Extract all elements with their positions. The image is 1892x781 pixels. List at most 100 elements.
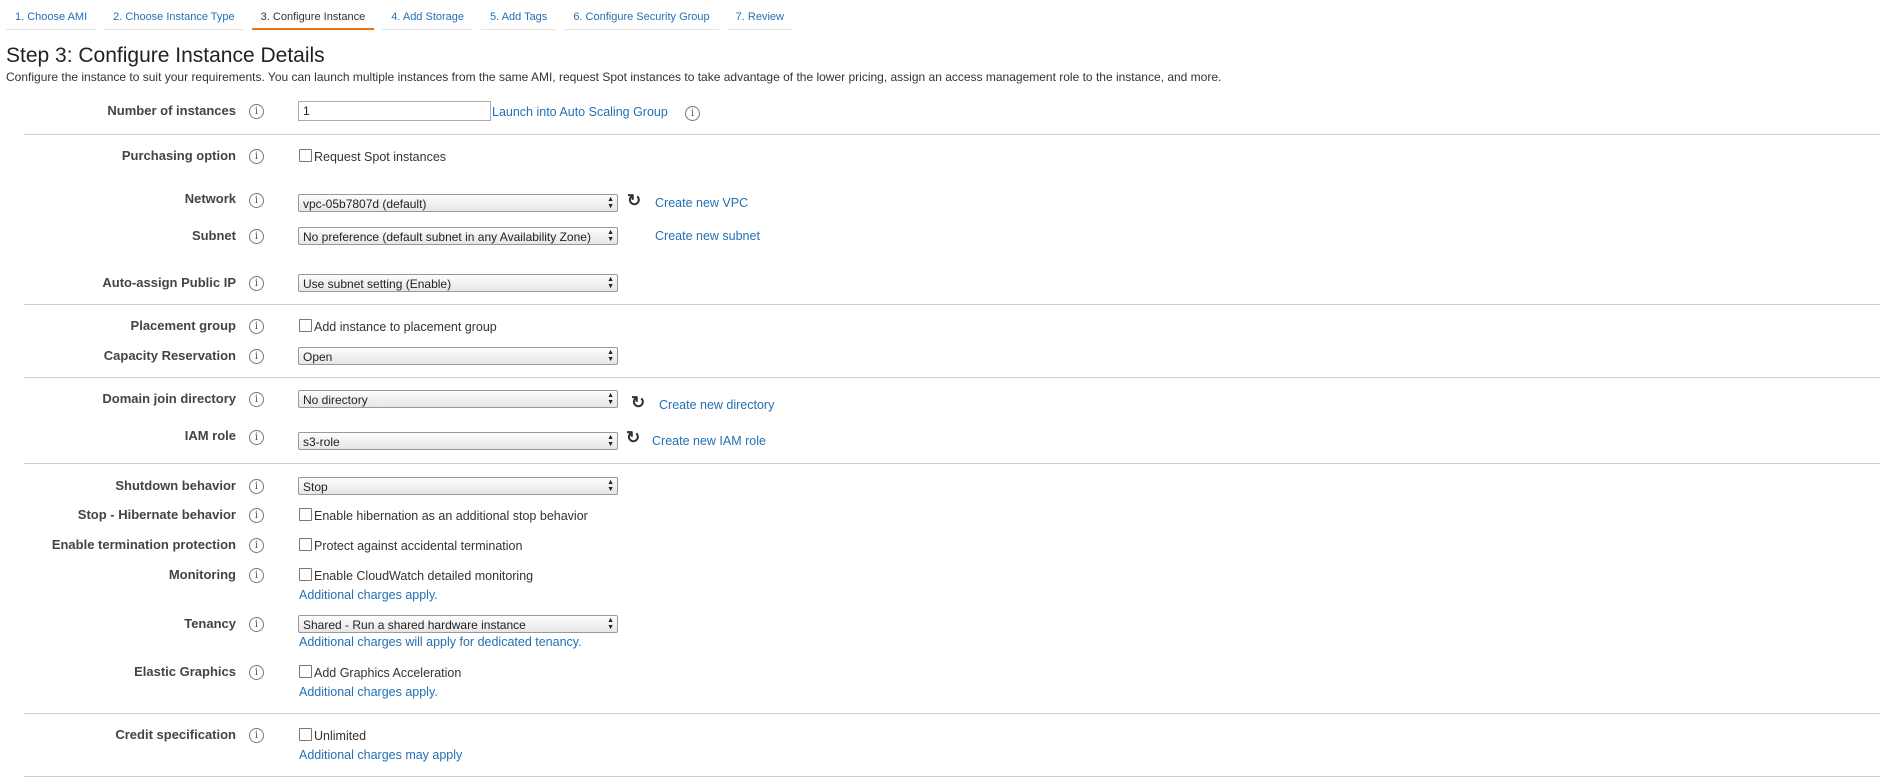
stop-hibernate-label: Stop - Hibernate behavior — [77, 507, 236, 522]
section-divider — [24, 134, 1880, 135]
placement-group-info-icon[interactable]: i — [249, 319, 264, 334]
auto-assign-public-ip-value: Use subnet setting (Enable) — [303, 277, 452, 291]
credit-specification-label: Credit specification — [115, 727, 236, 742]
create-new-iam-role-link[interactable]: Create new IAM role — [652, 434, 766, 448]
tab-add-tags[interactable]: 5. Add Tags — [481, 8, 557, 30]
shutdown-behavior-select[interactable]: Stop ▲ ▼ — [298, 477, 618, 495]
select-arrows-icon: ▲ ▼ — [607, 479, 614, 493]
capacity-reservation-info-icon[interactable]: i — [249, 349, 264, 364]
credit-charges-link[interactable]: Additional charges may apply — [299, 748, 462, 762]
wizard-tabs: 1. Choose AMI 2. Choose Instance Type 3.… — [6, 8, 793, 30]
monitoring-info-icon[interactable]: i — [249, 568, 264, 583]
capacity-reservation-select[interactable]: Open ▲ ▼ — [298, 347, 618, 365]
placement-group-label: Placement group — [130, 318, 236, 333]
select-arrows-icon: ▲ ▼ — [607, 349, 614, 363]
auto-assign-public-ip-label: Auto-assign Public IP — [102, 275, 236, 290]
refresh-directory-icon[interactable]: ↻ — [631, 394, 645, 411]
refresh-network-icon[interactable]: ↻ — [627, 192, 641, 209]
auto-assign-public-ip-info-icon[interactable]: i — [249, 276, 264, 291]
tenancy-select[interactable]: Shared - Run a shared hardware instance … — [298, 615, 618, 633]
checkbox-box[interactable] — [299, 149, 312, 162]
termination-protection-checkbox-label: Protect against accidental termination — [314, 539, 523, 553]
tenancy-label: Tenancy — [184, 616, 236, 631]
subnet-info-icon[interactable]: i — [249, 229, 264, 244]
shutdown-behavior-value: Stop — [303, 480, 328, 494]
placement-group-checkbox-label: Add instance to placement group — [314, 320, 497, 334]
monitoring-label: Monitoring — [168, 567, 236, 582]
refresh-iam-role-icon[interactable]: ↻ — [626, 429, 640, 446]
number-of-instances-label: Number of instances — [107, 103, 236, 118]
tab-choose-instance-type[interactable]: 2. Choose Instance Type — [104, 8, 244, 30]
create-new-vpc-link[interactable]: Create new VPC — [655, 196, 748, 210]
checkbox-box[interactable] — [299, 538, 312, 551]
subnet-select[interactable]: No preference (default subnet in any Ava… — [298, 227, 618, 245]
checkbox-box[interactable] — [299, 665, 312, 678]
create-new-directory-link[interactable]: Create new directory — [659, 398, 774, 412]
page-description: Configure the instance to suit your requ… — [6, 70, 1222, 84]
cloudwatch-monitoring-checkbox[interactable]: Enable CloudWatch detailed monitoring — [299, 568, 533, 583]
termination-protection-label: Enable termination protection — [51, 537, 236, 552]
credit-specification-info-icon[interactable]: i — [249, 728, 264, 743]
request-spot-label: Request Spot instances — [314, 150, 447, 164]
termination-protection-info-icon[interactable]: i — [249, 538, 264, 553]
number-of-instances-input[interactable] — [298, 101, 491, 121]
tab-choose-ami[interactable]: 1. Choose AMI — [6, 8, 97, 30]
launch-auto-scaling-link[interactable]: Launch into Auto Scaling Group — [492, 105, 668, 119]
iam-role-info-icon[interactable]: i — [249, 430, 264, 445]
graphics-charges-link[interactable]: Additional charges apply. — [299, 685, 438, 699]
section-divider — [24, 377, 1880, 378]
monitoring-charges-link[interactable]: Additional charges apply. — [299, 588, 438, 602]
tenancy-value: Shared - Run a shared hardware instance — [303, 618, 526, 632]
iam-role-label: IAM role — [184, 428, 236, 443]
shutdown-behavior-info-icon[interactable]: i — [249, 479, 264, 494]
subnet-label: Subnet — [191, 228, 236, 243]
unlimited-checkbox[interactable]: Unlimited — [299, 728, 366, 743]
tab-add-storage[interactable]: 4. Add Storage — [382, 8, 474, 30]
auto-assign-public-ip-select[interactable]: Use subnet setting (Enable) ▲ ▼ — [298, 274, 618, 292]
request-spot-checkbox[interactable]: Request Spot instances — [299, 149, 446, 164]
termination-protection-checkbox[interactable]: Protect against accidental termination — [299, 538, 522, 553]
checkbox-box[interactable] — [299, 508, 312, 521]
tab-review[interactable]: 7. Review — [726, 8, 793, 30]
graphics-acceleration-checkbox-label: Add Graphics Acceleration — [314, 666, 462, 680]
select-arrows-icon: ▲ ▼ — [607, 392, 614, 406]
select-arrows-icon: ▲ ▼ — [607, 196, 614, 210]
section-divider — [24, 304, 1880, 305]
create-new-subnet-link[interactable]: Create new subnet — [655, 229, 760, 243]
tab-configure-instance[interactable]: 3. Configure Instance — [251, 8, 375, 30]
network-select[interactable]: vpc-05b7807d (default) ▲ ▼ — [298, 194, 618, 212]
capacity-reservation-value: Open — [303, 350, 333, 364]
select-arrows-icon: ▲ ▼ — [607, 434, 614, 448]
cloudwatch-monitoring-checkbox-label: Enable CloudWatch detailed monitoring — [314, 569, 534, 583]
section-divider — [24, 776, 1880, 777]
unlimited-checkbox-label: Unlimited — [314, 729, 367, 743]
placement-group-checkbox[interactable]: Add instance to placement group — [299, 319, 497, 334]
section-divider — [24, 713, 1880, 714]
hibernation-checkbox-label: Enable hibernation as an additional stop… — [314, 509, 588, 523]
dedicated-tenancy-charges-link[interactable]: Additional charges will apply for dedica… — [299, 635, 582, 649]
graphics-acceleration-checkbox[interactable]: Add Graphics Acceleration — [299, 665, 461, 680]
elastic-graphics-label: Elastic Graphics — [134, 664, 236, 679]
capacity-reservation-label: Capacity Reservation — [103, 348, 236, 363]
page-title: Step 3: Configure Instance Details — [6, 44, 325, 67]
network-label: Network — [184, 191, 236, 206]
checkbox-box[interactable] — [299, 728, 312, 741]
tab-configure-security-group[interactable]: 6. Configure Security Group — [564, 8, 719, 30]
iam-role-value: s3-role — [303, 435, 340, 449]
tenancy-info-icon[interactable]: i — [249, 617, 264, 632]
network-select-value: vpc-05b7807d (default) — [303, 197, 427, 211]
checkbox-box[interactable] — [299, 568, 312, 581]
domain-join-directory-value: No directory — [303, 393, 368, 407]
hibernation-checkbox[interactable]: Enable hibernation as an additional stop… — [299, 508, 588, 523]
purchasing-option-info-icon[interactable]: i — [249, 149, 264, 164]
stop-hibernate-info-icon[interactable]: i — [249, 508, 264, 523]
elastic-graphics-info-icon[interactable]: i — [249, 665, 264, 680]
auto-scaling-info-icon[interactable]: i — [685, 106, 700, 121]
domain-join-directory-info-icon[interactable]: i — [249, 392, 264, 407]
domain-join-directory-label: Domain join directory — [102, 391, 236, 406]
number-of-instances-info-icon[interactable]: i — [249, 104, 264, 119]
iam-role-select[interactable]: s3-role ▲ ▼ — [298, 432, 618, 450]
checkbox-box[interactable] — [299, 319, 312, 332]
network-info-icon[interactable]: i — [249, 193, 264, 208]
domain-join-directory-select[interactable]: No directory ▲ ▼ — [298, 390, 618, 408]
